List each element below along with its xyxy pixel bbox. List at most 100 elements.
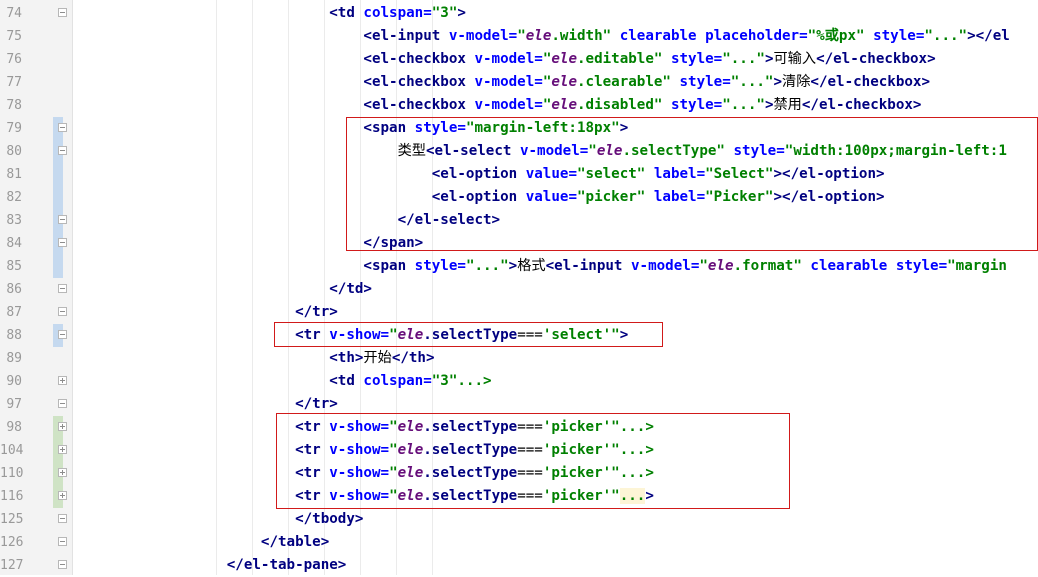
code-token: =: [534, 51, 543, 67]
line-number: 127: [0, 558, 24, 573]
code-line[interactable]: 76 <el-checkbox v-model="ele.editable" s…: [0, 48, 1038, 71]
code-text[interactable]: </el-tab-pane>: [73, 554, 347, 577]
code-text[interactable]: <el-checkbox v-model="ele.editable" styl…: [73, 48, 936, 71]
fold-expand-icon[interactable]: [58, 468, 67, 477]
code-token: "...": [722, 97, 765, 113]
line-number: 75: [6, 29, 22, 44]
code-token: clearable: [810, 258, 888, 274]
code-line[interactable]: 77 <el-checkbox v-model="ele.clearable" …: [0, 71, 1038, 94]
fold-collapse-icon[interactable]: [58, 307, 67, 316]
fold-collapse-icon[interactable]: [58, 8, 67, 17]
code-line[interactable]: 90 <td colspan="3"...>: [0, 370, 1038, 393]
code-token: style: [414, 258, 458, 274]
code-token: v-model: [474, 74, 535, 90]
code-text[interactable]: </table>: [73, 531, 329, 554]
code-token: =: [534, 97, 543, 113]
code-token: =: [508, 28, 518, 44]
code-line[interactable]: 74 <td colspan="3">: [0, 2, 1038, 25]
fold-expand-icon[interactable]: [58, 422, 67, 431]
line-number: 79: [6, 121, 22, 136]
code-line[interactable]: 126 </table>: [0, 531, 1038, 554]
line-number: 89: [6, 351, 22, 366]
code-token: <span: [363, 258, 415, 274]
code-token: v-model: [631, 258, 691, 274]
line-number: 83: [6, 213, 22, 228]
code-text[interactable]: </tbody>: [73, 508, 363, 531]
fold-collapse-icon[interactable]: [58, 330, 67, 339]
code-text[interactable]: <el-checkbox v-model="ele.disabled" styl…: [73, 94, 921, 117]
fold-collapse-icon[interactable]: [58, 399, 67, 408]
code-text[interactable]: <td colspan="3">: [73, 2, 466, 25]
code-token: v-model: [448, 28, 509, 44]
vcs-modified-marker[interactable]: [53, 255, 63, 278]
vcs-modified-marker[interactable]: [53, 186, 63, 209]
line-number: 86: [6, 282, 22, 297]
code-token: .editable": [576, 51, 663, 67]
code-token: 格式: [517, 258, 546, 274]
code-line[interactable]: 125 </tbody>: [0, 508, 1038, 531]
fold-collapse-icon[interactable]: [58, 238, 67, 247]
line-number: 126: [0, 535, 24, 550]
code-line[interactable]: 87 </tr>: [0, 301, 1038, 324]
code-token: style: [670, 51, 714, 67]
code-text[interactable]: <el-input v-model="ele.width" clearable …: [73, 25, 1009, 48]
annotation-box-tr-select: [274, 322, 663, 347]
code-text[interactable]: <th>开始</th>: [73, 347, 434, 370]
code-text[interactable]: </tr>: [73, 301, 338, 324]
line-number: 116: [0, 489, 24, 504]
code-token: </el-checkbox>: [801, 97, 922, 113]
fold-collapse-icon[interactable]: [58, 215, 67, 224]
code-token: .clearable": [576, 74, 671, 90]
code-token: </table>: [260, 534, 330, 550]
code-text[interactable]: <el-checkbox v-model="ele.clearable" sty…: [73, 71, 930, 94]
code-token: .width": [551, 28, 612, 44]
vcs-modified-marker[interactable]: [53, 163, 63, 186]
code-token: ele: [551, 97, 577, 113]
code-token: ele: [525, 28, 552, 44]
fold-expand-icon[interactable]: [58, 376, 67, 385]
fold-expand-icon[interactable]: [58, 445, 67, 454]
line-number: 104: [0, 443, 24, 458]
code-text[interactable]: </td>: [73, 278, 372, 301]
fold-collapse-icon[interactable]: [58, 284, 67, 293]
code-token: </td>: [329, 281, 372, 297]
code-text[interactable]: <td colspan="3"...>: [73, 370, 491, 393]
code-token: "%或px": [807, 28, 865, 44]
code-token: .disabled": [576, 97, 663, 113]
code-token: 开始: [363, 350, 392, 366]
code-line[interactable]: 85 <span style="...">格式<el-input v-model…: [0, 255, 1038, 278]
fold-collapse-icon[interactable]: [58, 146, 67, 155]
code-token: <el-checkbox: [363, 51, 475, 67]
code-text[interactable]: <span style="...">格式<el-input v-model="e…: [73, 255, 1006, 278]
line-number: 82: [6, 190, 22, 205]
code-token: style: [895, 258, 939, 274]
code-token: </el-checkbox>: [816, 51, 936, 67]
code-line[interactable]: 78 <el-checkbox v-model="ele.disabled" s…: [0, 94, 1038, 117]
code-line[interactable]: 75 <el-input v-model="ele.width" clearab…: [0, 25, 1038, 48]
code-token: 可输入: [773, 51, 817, 67]
code-token: ": [517, 28, 526, 44]
code-token: =: [423, 5, 432, 21]
code-token: <td: [329, 373, 364, 389]
fold-expand-icon[interactable]: [58, 491, 67, 500]
code-line[interactable]: 86 </td>: [0, 278, 1038, 301]
code-token: "...": [924, 28, 968, 44]
fold-collapse-icon[interactable]: [58, 560, 67, 569]
code-editor[interactable]: 74 <td colspan="3"> 75 <el-input v-model=…: [0, 0, 1038, 575]
fold-collapse-icon[interactable]: [58, 514, 67, 523]
code-line[interactable]: 89 <th>开始</th>: [0, 347, 1038, 370]
code-line[interactable]: 127 </el-tab-pane>: [0, 554, 1038, 577]
fold-collapse-icon[interactable]: [58, 537, 67, 546]
code-token: <el-input: [545, 258, 632, 274]
fold-collapse-icon[interactable]: [58, 123, 67, 132]
